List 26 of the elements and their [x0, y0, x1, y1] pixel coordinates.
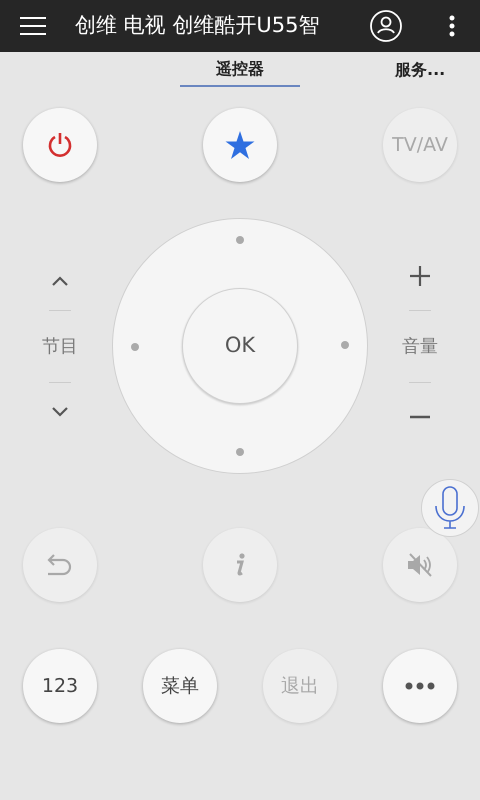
info-icon [234, 553, 246, 577]
side-label: 节目 [42, 334, 78, 358]
window-title: 创维 电视 创维酷开U55智 [75, 12, 320, 40]
menu-icon[interactable] [20, 16, 46, 36]
remote-button[interactable]: 菜单 [143, 649, 217, 723]
more-icon [405, 682, 435, 690]
ok-button[interactable]: OK [182, 288, 298, 404]
channel-down-icon[interactable] [51, 406, 69, 416]
star-icon [225, 130, 255, 160]
power-button[interactable] [23, 108, 97, 182]
minus-icon[interactable] [410, 414, 430, 418]
remote-button[interactable]: 123 [23, 649, 97, 723]
side-label: 音量 [402, 334, 438, 358]
back-arrow-icon [47, 553, 73, 577]
channel-up-icon[interactable] [51, 276, 69, 286]
more-button[interactable] [383, 649, 457, 723]
microphone-icon [434, 486, 466, 530]
tab[interactable]: 遥控器 [180, 52, 300, 87]
favorite-button[interactable] [203, 108, 277, 182]
mute-icon [407, 553, 433, 577]
tab[interactable]: 服务... [395, 52, 480, 87]
power-icon [47, 132, 73, 158]
account-icon[interactable] [370, 10, 402, 42]
more-options-icon[interactable] [449, 15, 455, 37]
plus-icon[interactable] [410, 266, 430, 286]
direction-pad[interactable]: OK [112, 218, 368, 474]
